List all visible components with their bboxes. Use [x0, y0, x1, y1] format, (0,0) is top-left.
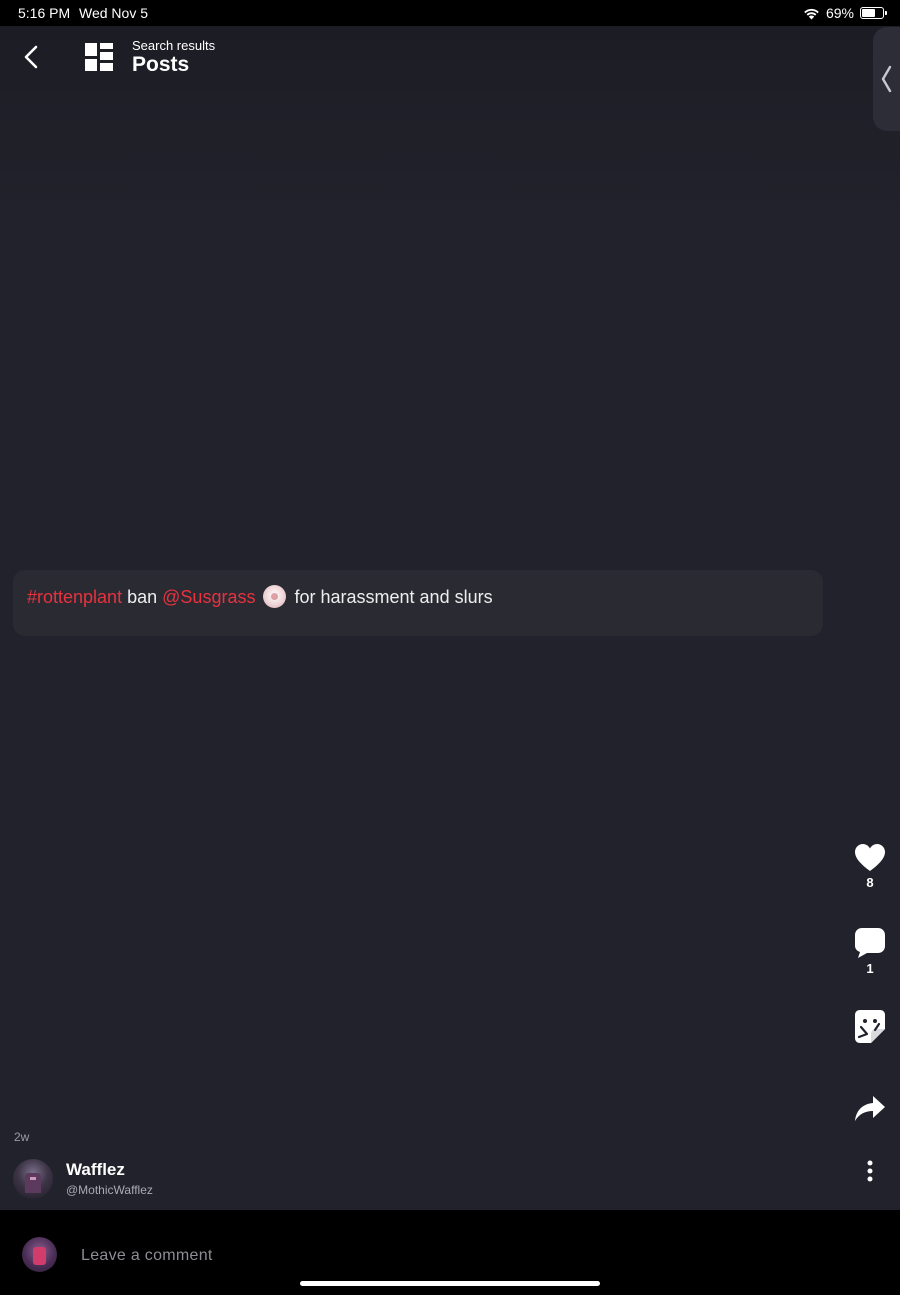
speech-bubble-icon [855, 928, 885, 958]
author-handle[interactable]: @MothicWafflez [66, 1183, 153, 1197]
chevron-left-icon [24, 45, 38, 69]
side-panel-tab[interactable] [873, 27, 900, 131]
post-viewer: Search results Posts #rottenplant ban @S… [0, 26, 900, 1210]
comment-button[interactable]: 1 [846, 928, 894, 976]
author-name[interactable]: Wafflez [66, 1160, 125, 1180]
post-text-segment: for harassment and slurs [294, 587, 493, 607]
back-button[interactable] [18, 42, 46, 72]
post-text-segment: ban [127, 587, 158, 607]
sticker-button[interactable] [846, 1010, 894, 1044]
status-right-group: 69% [803, 5, 887, 21]
status-time: 5:16 PM [18, 5, 71, 21]
comment-count: 1 [866, 961, 874, 976]
share-button[interactable] [846, 1096, 894, 1122]
author-avatar[interactable] [13, 1159, 53, 1199]
chevron-left-icon [881, 65, 892, 93]
more-vertical-icon [867, 1160, 873, 1182]
more-options-button[interactable] [846, 1160, 894, 1184]
post-timestamp: 2w [14, 1130, 30, 1144]
battery-icon [860, 7, 887, 19]
sticker-icon [855, 1010, 885, 1043]
avatar-detail [30, 1177, 36, 1180]
heart-icon [855, 844, 885, 871]
share-arrow-icon [855, 1096, 885, 1121]
like-count: 8 [866, 875, 874, 890]
like-button[interactable]: 8 [846, 844, 894, 890]
avatar-figure [33, 1247, 46, 1265]
current-user-avatar [22, 1237, 57, 1272]
layout-grid-icon[interactable] [85, 43, 113, 71]
header-subtitle: Search results [132, 38, 216, 53]
home-indicator[interactable] [300, 1281, 600, 1286]
avatar-figure [25, 1173, 41, 1193]
hashtag-link[interactable]: #rottenplant [27, 587, 122, 607]
battery-percent: 69% [825, 5, 854, 21]
status-date: Wed Nov 5 [79, 5, 148, 21]
mention-link[interactable]: @Susgrass [162, 587, 255, 607]
battery-fill [862, 9, 875, 17]
comment-input[interactable] [79, 1240, 683, 1272]
mention-avatar[interactable] [263, 585, 287, 608]
page-title: Posts [132, 53, 190, 76]
comment-bar [0, 1210, 900, 1295]
wifi-icon [804, 8, 819, 19]
status-bar: 5:16 PM Wed Nov 5 69% [0, 0, 900, 26]
post-text-card: #rottenplant ban @Susgrass for harassmen… [13, 570, 823, 636]
